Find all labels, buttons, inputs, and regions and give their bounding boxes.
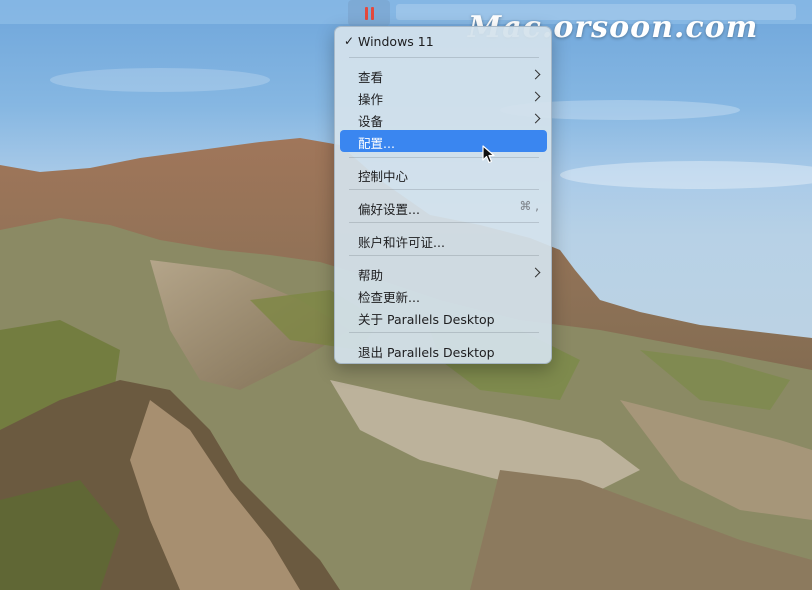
mouse-pointer-icon — [482, 145, 495, 164]
menu-item-label: 操作 — [358, 92, 384, 107]
menu-item-label: Windows 11 — [358, 34, 434, 49]
parallels-pause-icon — [364, 6, 374, 20]
checkmark-icon: ✓ — [344, 34, 355, 48]
menu-item-label: 帮助 — [358, 268, 384, 283]
parallels-dropdown-menu: ✓ Windows 11 查看 操作 设备 配置... 控制中心 偏好设置...… — [334, 26, 552, 364]
menu-item-configure[interactable]: 配置... — [340, 130, 547, 152]
menu-item-label: 设备 — [358, 114, 384, 129]
menu-item-label: 检查更新... — [358, 290, 420, 305]
chevron-right-icon — [530, 267, 541, 278]
keyboard-shortcut: ⌘ , — [519, 199, 539, 213]
menu-item-label: 偏好设置... — [358, 202, 420, 217]
menu-item-label: 查看 — [358, 70, 384, 85]
menu-item-account-license[interactable]: 账户和许可证... — [340, 229, 547, 251]
menu-item-windows-11[interactable]: ✓ Windows 11 — [340, 31, 547, 53]
menu-separator — [349, 332, 539, 333]
parallels-status-item[interactable] — [348, 0, 390, 26]
menu-item-about[interactable]: 关于 Parallels Desktop — [340, 306, 547, 328]
menu-item-label: 配置... — [358, 136, 395, 151]
menu-item-help[interactable]: 帮助 — [340, 262, 547, 284]
menu-separator — [349, 157, 539, 158]
menu-item-actions[interactable]: 操作 — [340, 86, 547, 108]
chevron-right-icon — [530, 69, 541, 80]
menu-separator — [349, 57, 539, 58]
menu-separator — [349, 255, 539, 256]
menu-item-label: 账户和许可证... — [358, 235, 445, 250]
menu-item-view[interactable]: 查看 — [340, 64, 547, 86]
menu-item-control-center[interactable]: 控制中心 — [340, 163, 547, 185]
menu-item-preferences[interactable]: 偏好设置... ⌘ , — [340, 196, 547, 218]
menu-separator — [349, 189, 539, 190]
chevron-right-icon — [530, 91, 541, 102]
menu-item-devices[interactable]: 设备 — [340, 108, 547, 130]
menu-item-check-updates[interactable]: 检查更新... — [340, 284, 547, 306]
menu-item-label: 退出 Parallels Desktop — [358, 345, 495, 360]
menu-item-label: 控制中心 — [358, 169, 409, 184]
menu-item-label: 关于 Parallels Desktop — [358, 312, 495, 327]
menu-separator — [349, 222, 539, 223]
chevron-right-icon — [530, 113, 541, 124]
menu-item-quit[interactable]: 退出 Parallels Desktop — [340, 339, 547, 361]
